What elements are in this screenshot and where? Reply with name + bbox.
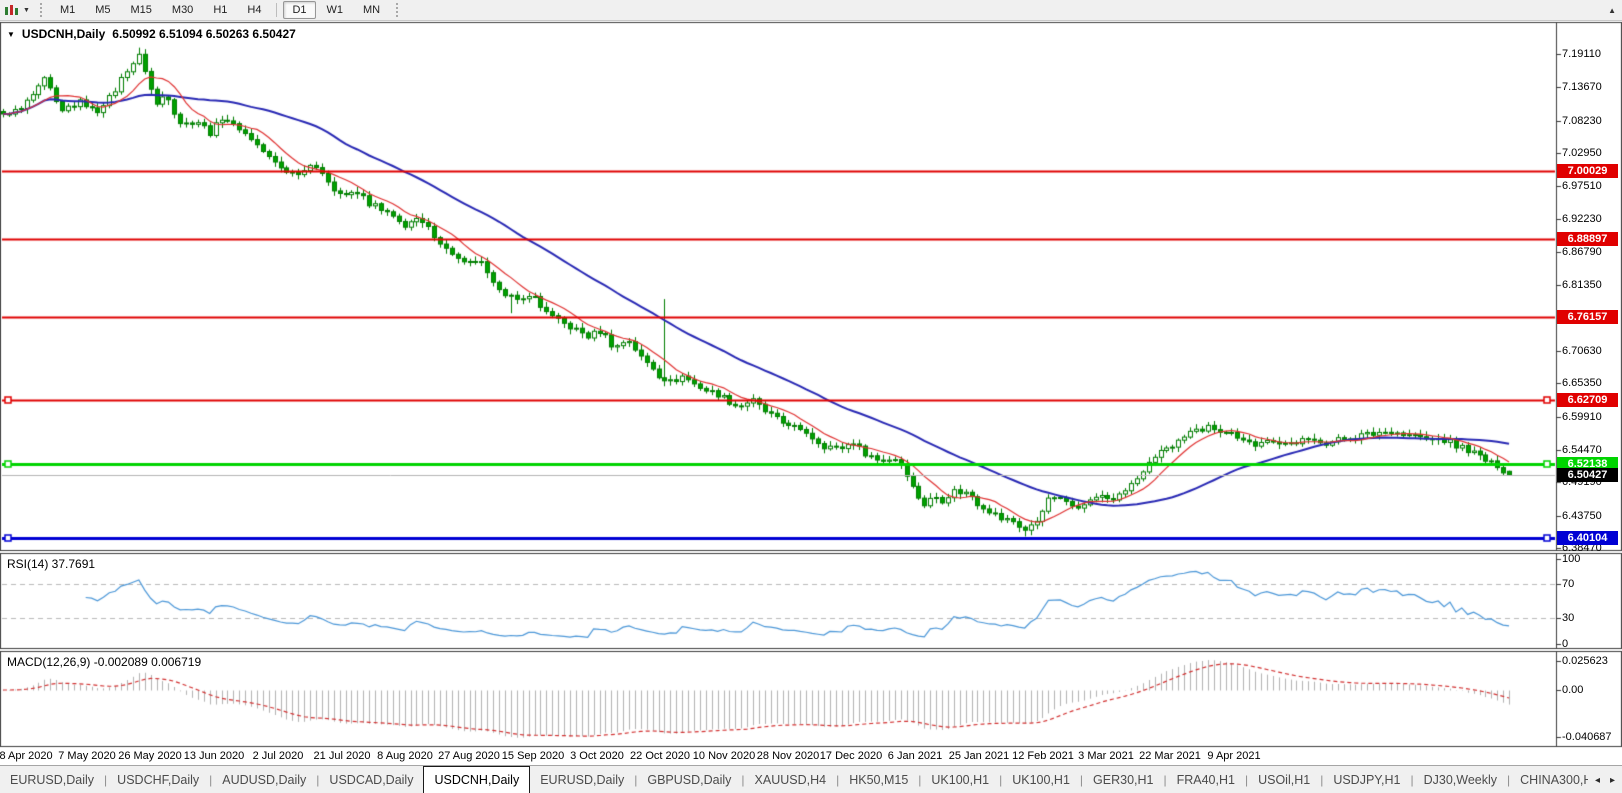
date-axis-label: 28 Nov 2020	[757, 750, 819, 762]
rsi-axis-tick: 100	[1562, 553, 1580, 565]
chart-tab-usdcnh-4[interactable]: USDCNH,Daily	[423, 766, 530, 793]
date-axis-label: 3 Mar 2021	[1078, 750, 1134, 762]
timeframe-button-h4[interactable]: H4	[238, 1, 270, 19]
date-axis-label: 22 Oct 2020	[630, 750, 690, 762]
date-axis-label: 12 Feb 2021	[1012, 750, 1074, 762]
date-axis-label: 22 Mar 2021	[1139, 750, 1201, 762]
date-axis-label: 15 Sep 2020	[502, 750, 564, 762]
chart-tab-eurusd-5[interactable]: EURUSD,Daily	[530, 766, 634, 793]
macd-axis-tick: 0.00	[1562, 684, 1583, 696]
price-axis-tick: 6.59910	[1562, 411, 1602, 423]
date-axis-label: 27 Aug 2020	[438, 750, 500, 762]
price-chart-canvas[interactable]	[0, 0, 1622, 765]
date-axis-label: 13 Jun 2020	[184, 750, 245, 762]
timeframe-button-h1[interactable]: H1	[204, 1, 236, 19]
date-axis-label: 10 Nov 2020	[693, 750, 755, 762]
chart-toolbar: ▼ M1M5M15M30H1H4 D1W1MN ▲	[0, 0, 1622, 21]
timeframe-button-m15[interactable]: M15	[122, 1, 161, 19]
toolbar-grip-end[interactable]	[396, 3, 400, 17]
timeframe-button-m1[interactable]: M1	[51, 1, 84, 19]
hline-price-label: 6.76157	[1557, 310, 1618, 324]
toolbar-overflow-icon[interactable]: ▲	[1608, 6, 1616, 15]
chart-type-icon[interactable]	[4, 4, 21, 17]
scroll-left-icon[interactable]: ◂	[1595, 775, 1600, 786]
price-axis-tick: 7.08230	[1562, 115, 1602, 127]
scroll-right-icon[interactable]: ▸	[1610, 775, 1615, 786]
chart-tab-uk100-10[interactable]: UK100,H1	[1002, 766, 1080, 793]
price-axis-tick: 6.92230	[1562, 213, 1602, 225]
price-axis-tick: 7.02950	[1562, 147, 1602, 159]
timeframe-button-m30[interactable]: M30	[163, 1, 202, 19]
rsi-axis-tick: 70	[1562, 578, 1574, 590]
date-axis-label: 7 May 2020	[58, 750, 115, 762]
bid-price-label: 6.50427	[1557, 468, 1618, 482]
chart-tab-xauusd-7[interactable]: XAUUSD,H4	[745, 766, 837, 793]
chart-tab-usdchf-1[interactable]: USDCHF,Daily	[107, 766, 209, 793]
chart-title: ▼ USDCNH,Daily 6.50992 6.51094 6.50263 6…	[7, 27, 296, 41]
hline-price-label: 7.00029	[1557, 164, 1618, 178]
timeframe-button-m5[interactable]: M5	[86, 1, 119, 19]
rsi-label: RSI(14) 37.7691	[7, 557, 95, 571]
date-axis-label: 18 Apr 2020	[0, 750, 53, 762]
macd-axis-tick: 0.025623	[1562, 655, 1608, 667]
chart-tab-uk100-9[interactable]: UK100,H1	[921, 766, 999, 793]
chart-symbol-label: USDCNH,Daily	[22, 27, 105, 41]
chart-tab-audusd-2[interactable]: AUDUSD,Daily	[212, 766, 316, 793]
chart-tab-usdcad-3[interactable]: USDCAD,Daily	[319, 766, 423, 793]
rsi-axis-tick: 0	[1562, 638, 1568, 650]
price-axis-tick: 6.43750	[1562, 510, 1602, 522]
chart-ohlc-values: 6.50992 6.51094 6.50263 6.50427	[112, 27, 296, 41]
price-axis-tick: 6.81350	[1562, 279, 1602, 291]
chart-tab-hk50-8[interactable]: HK50,M15	[839, 766, 918, 793]
timeframe-button-mn[interactable]: MN	[354, 1, 389, 19]
price-axis-tick: 6.54470	[1562, 444, 1602, 456]
mt4-chart-window: ▼ M1M5M15M30H1H4 D1W1MN ▲ ▼ USDCNH,Daily …	[0, 0, 1622, 793]
rsi-axis-tick: 30	[1562, 612, 1574, 624]
price-axis-tick: 6.65350	[1562, 377, 1602, 389]
chart-tab-ger30-11[interactable]: GER30,H1	[1083, 766, 1163, 793]
date-axis-label: 26 May 2020	[118, 750, 182, 762]
chart-tab-usdjpy-14[interactable]: USDJPY,H1	[1323, 766, 1410, 793]
chart-type-dropdown-icon[interactable]: ▼	[23, 7, 30, 14]
toolbar-grip[interactable]	[40, 3, 44, 17]
date-axis-label: 25 Jan 2021	[949, 750, 1010, 762]
collapse-caret-icon[interactable]: ▼	[7, 30, 15, 39]
date-axis-label: 17 Dec 2020	[820, 750, 882, 762]
chart-tab-fra40-12[interactable]: FRA40,H1	[1167, 766, 1245, 793]
date-axis-label: 8 Aug 2020	[377, 750, 433, 762]
price-axis-tick: 7.13670	[1562, 81, 1602, 93]
macd-label: MACD(12,26,9) -0.002089 0.006719	[7, 655, 201, 669]
date-axis-label: 6 Jan 2021	[888, 750, 942, 762]
chart-tab-gbpusd-6[interactable]: GBPUSD,Daily	[637, 766, 741, 793]
date-axis-label: 9 Apr 2021	[1207, 750, 1260, 762]
hline-price-label: 6.62709	[1557, 393, 1618, 407]
price-axis-tick: 6.97510	[1562, 180, 1602, 192]
timeframe-button-w1[interactable]: W1	[318, 1, 353, 19]
date-axis-label: 21 Jul 2020	[314, 750, 371, 762]
chart-tab-bar: EURUSD,Daily|USDCHF,Daily|AUDUSD,Daily|U…	[0, 765, 1622, 793]
chart-tab-eurusd-0[interactable]: EURUSD,Daily	[0, 766, 104, 793]
price-axis-tick: 6.70630	[1562, 345, 1602, 357]
date-axis-label: 3 Oct 2020	[570, 750, 624, 762]
price-axis-tick: 7.19110	[1562, 48, 1601, 60]
chart-tab-dj30-15[interactable]: DJ30,Weekly	[1414, 766, 1507, 793]
toolbar-separator	[276, 3, 277, 17]
hline-price-label: 6.40104	[1557, 531, 1618, 545]
tab-scroll-controls: ◂▸	[1588, 767, 1622, 793]
hline-price-label: 6.88897	[1557, 232, 1618, 246]
chart-tab-usoil-13[interactable]: USOil,H1	[1248, 766, 1320, 793]
date-axis-label: 2 Jul 2020	[253, 750, 304, 762]
timeframe-button-d1[interactable]: D1	[283, 1, 315, 19]
macd-axis-tick: -0.040687	[1562, 731, 1612, 743]
price-axis-tick: 6.86790	[1562, 246, 1602, 258]
